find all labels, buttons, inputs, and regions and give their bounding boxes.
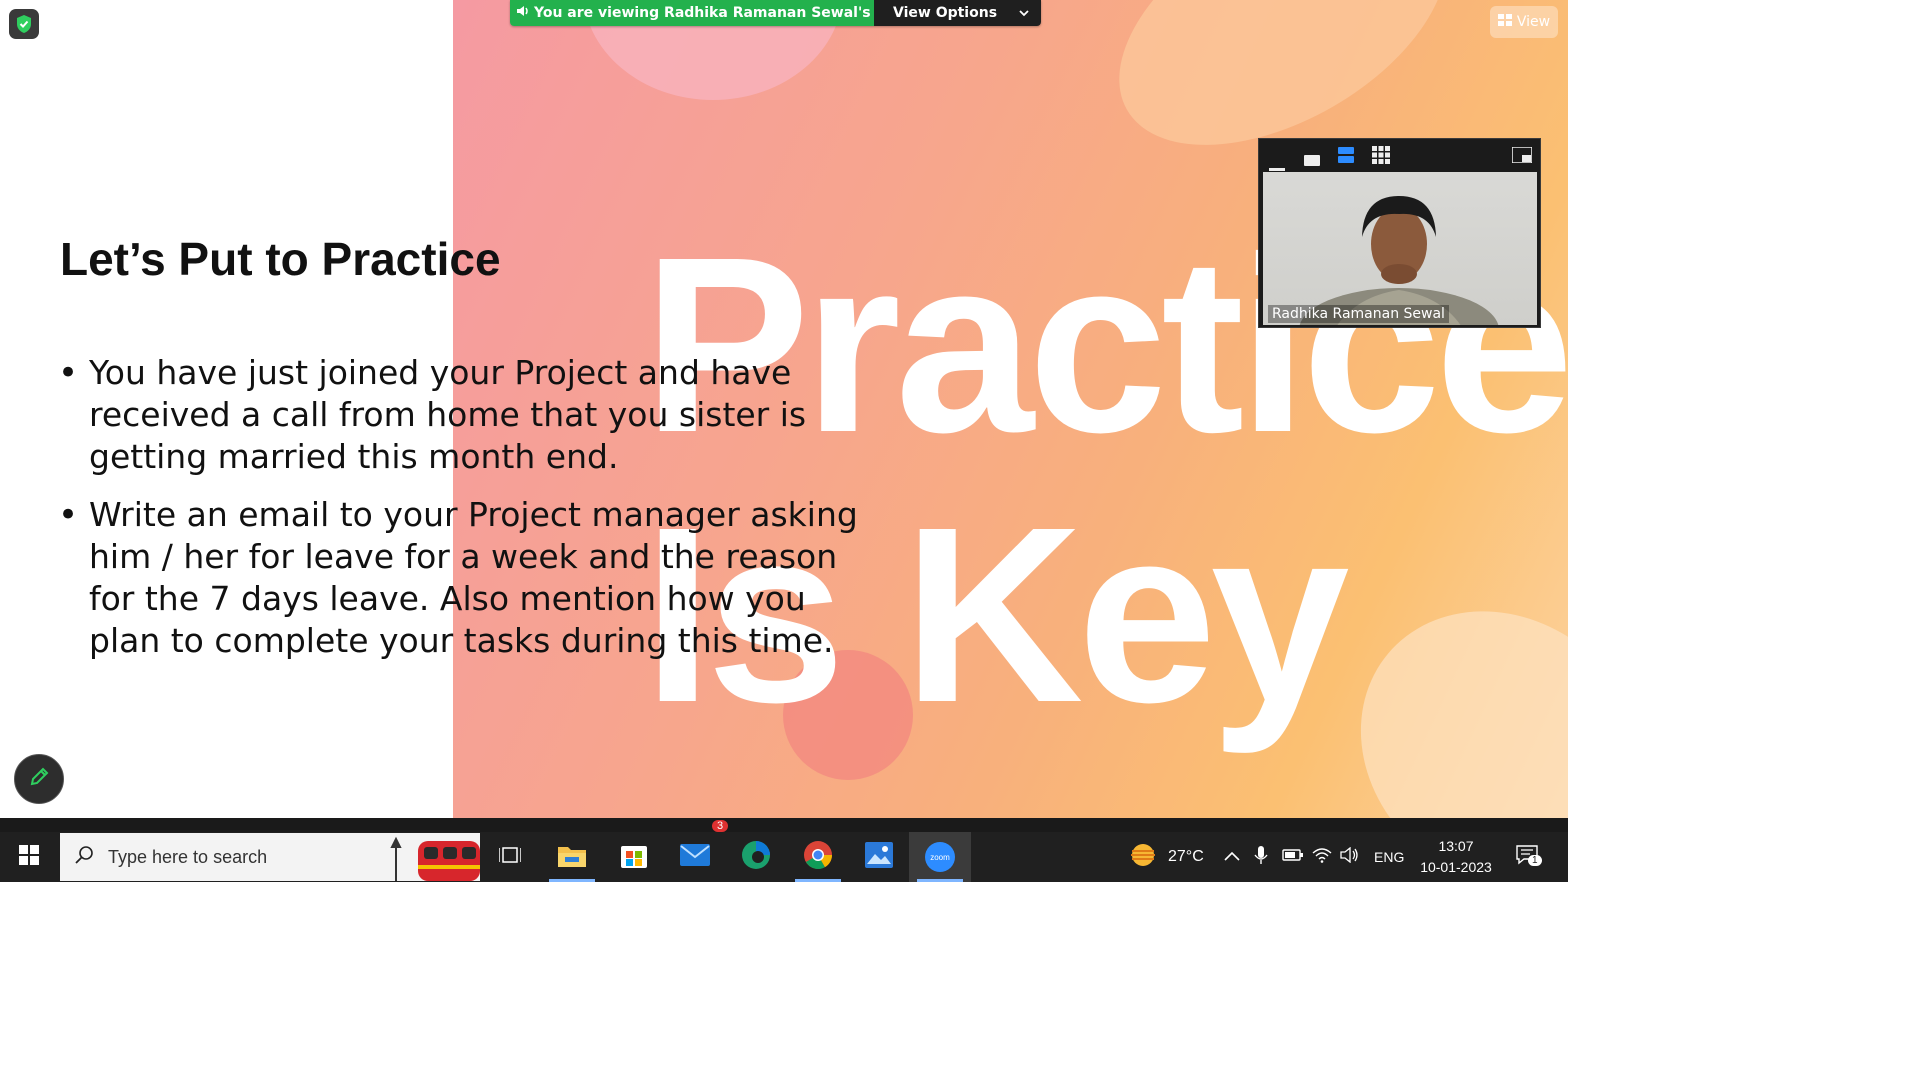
participant-video-feed: Radhika Ramanan Sewal — [1263, 172, 1537, 325]
grid-view-icon — [1497, 14, 1512, 30]
store-icon — [621, 842, 647, 872]
battery-tray-button[interactable] — [1282, 832, 1304, 882]
weather-temperature: 27°C — [1168, 848, 1204, 865]
bullet-item: • You have just joined your Project and … — [58, 352, 878, 478]
weather-sun-icon — [1126, 840, 1160, 875]
clock-time: 13:07 — [1438, 838, 1474, 854]
notifications-button[interactable]: 1 — [1516, 832, 1542, 882]
shared-screen: Practice Is Key Let’s Put to Practice • … — [0, 0, 1568, 818]
clock-date: 10-01-2023 — [1420, 859, 1492, 875]
search-placeholder: Type here to search — [108, 846, 268, 867]
zoom-label: zoom — [930, 852, 950, 862]
view-options-label: View Options — [893, 5, 998, 21]
speaker-icon — [516, 5, 530, 21]
exit-panel-icon[interactable] — [1511, 146, 1533, 167]
security-shield-icon[interactable] — [9, 9, 39, 39]
zoom-icon: zoom — [925, 842, 955, 872]
slide-bullet-list: • You have just joined your Project and … — [58, 352, 878, 678]
single-view-icon[interactable] — [1304, 151, 1320, 170]
file-explorer-icon — [558, 843, 586, 871]
screen-share-banner: You are viewing Radhika Ramanan Sewal's … — [510, 0, 1041, 26]
windows-taskbar: Type here to search 3 zoom 27°C ENG 13:0… — [0, 820, 1568, 882]
view-options-button[interactable]: View Options — [874, 0, 1041, 26]
slide-title: Let’s Put to Practice — [60, 233, 501, 285]
microphone-icon — [1254, 845, 1268, 870]
taskbar-mail[interactable]: 3 — [664, 820, 729, 882]
taskbar-zoom[interactable]: zoom — [909, 832, 971, 882]
mail-icon — [680, 844, 710, 870]
language-indicator[interactable]: ENG — [1374, 832, 1404, 882]
windows-logo-icon — [19, 845, 39, 869]
task-view-icon — [498, 845, 522, 869]
taskbar-edge[interactable] — [725, 832, 787, 882]
pencil-icon — [28, 766, 50, 792]
participant-video-panel[interactable]: Radhika Ramanan Sewal — [1258, 138, 1541, 328]
view-label: View — [1516, 14, 1551, 30]
show-hidden-icons-button[interactable] — [1224, 832, 1240, 882]
gallery-view-icon[interactable] — [1372, 146, 1390, 168]
bullet-marker: • — [58, 353, 79, 393]
notification-count: 1 — [1528, 854, 1542, 866]
microphone-tray-button[interactable] — [1254, 832, 1268, 882]
start-button[interactable] — [0, 832, 58, 882]
participant-avatar — [1299, 196, 1499, 325]
taskbar-clock[interactable]: 13:07 10-01-2023 — [1410, 836, 1502, 878]
chat-badge: 3 — [712, 820, 729, 832]
wifi-icon — [1312, 847, 1332, 868]
taskbar-photos[interactable] — [848, 832, 910, 882]
video-panel-toolbar — [1259, 139, 1540, 171]
battery-icon — [1282, 848, 1304, 867]
bullet-text: Write an email to your Project manager a… — [89, 495, 858, 660]
participant-name: Radhika Ramanan Sewal — [1268, 305, 1449, 323]
speaker-view-icon[interactable] — [1338, 147, 1354, 167]
viewing-status: You are viewing Radhika Ramanan Sewal's … — [510, 0, 928, 26]
chrome-icon — [803, 840, 833, 874]
viewing-text: You are viewing Radhika Ramanan Sewal's … — [534, 5, 928, 21]
chevron-up-icon — [1224, 848, 1240, 866]
volume-tray-button[interactable] — [1340, 832, 1360, 882]
taskbar-chrome[interactable] — [787, 832, 849, 882]
taskbar-microsoft-store[interactable] — [603, 832, 665, 882]
search-icon — [74, 845, 94, 869]
wifi-tray-button[interactable] — [1312, 832, 1332, 882]
decorative-blob — [1304, 553, 1568, 818]
language-label: ENG — [1374, 849, 1405, 865]
taskbar-search-box[interactable]: Type here to search — [60, 833, 480, 881]
weather-widget[interactable]: 27°C — [1126, 832, 1204, 882]
taskbar-task-view[interactable] — [479, 832, 541, 882]
bullet-marker: • — [58, 495, 79, 535]
view-layout-button[interactable]: View — [1490, 6, 1558, 38]
notification-icon: 1 — [1516, 844, 1542, 870]
taskbar-file-explorer[interactable] — [541, 832, 603, 882]
bullet-text: You have just joined your Project and ha… — [89, 353, 807, 476]
chevron-down-icon — [1019, 5, 1029, 21]
annotate-pen-button[interactable] — [14, 754, 64, 804]
edge-icon — [741, 840, 771, 874]
speaker-volume-icon — [1340, 846, 1360, 868]
bullet-item: • Write an email to your Project manager… — [58, 494, 878, 662]
search-highlight-train-icon — [388, 833, 480, 885]
photos-icon — [865, 842, 893, 872]
meeting-controls-strip — [0, 818, 1568, 832]
